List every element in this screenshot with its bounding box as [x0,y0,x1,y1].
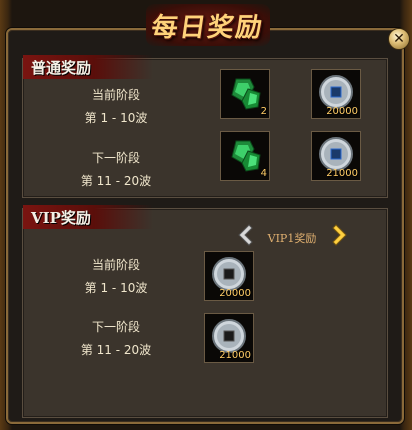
prev-vip-button[interactable] [235,223,253,247]
reward-count: 20000 [219,288,251,299]
current-stage-label: 当前阶段 [91,88,140,102]
reward-count: 2 [260,106,267,117]
vip-next-stage-label: 下一阶段 [91,320,140,334]
current-wave-range: 第 1 - 10波 [84,111,148,125]
reward-count: 4 [260,168,267,179]
reward-count: 21000 [219,350,251,361]
section-header: VIP奖励 [23,205,153,229]
next-stage-label: 下一阶段 [91,151,140,165]
reward-slot-jade[interactable]: 2 [220,69,270,119]
reward-slot-coin[interactable]: 20000 [311,69,361,119]
next-vip-button[interactable] [332,223,350,247]
vip-reward-slot-coin[interactable]: 21000 [204,313,254,363]
vip-current-wave-range: 第 1 - 10波 [84,281,148,295]
vip-next-wave-range: 第 11 - 20波 [80,343,152,357]
chevron-right-icon [332,224,347,246]
title-banner: 每日奖励 [146,4,270,46]
normal-reward-title: 普通奖励 [31,58,92,77]
close-button[interactable]: ✕ [388,28,410,50]
reward-slot-coin[interactable]: 21000 [311,131,361,181]
vip-current-stage-label: 当前阶段 [91,258,140,272]
reward-count: 20000 [326,106,358,117]
reward-count: 21000 [326,168,358,179]
close-icon: ✕ [393,31,405,47]
vip-reward-title: VIP奖励 [31,208,91,227]
reward-slot-jade[interactable]: 4 [220,131,270,181]
window-title: 每日奖励 [149,12,266,43]
vip-reward-slot-coin[interactable]: 20000 [204,251,254,301]
next-wave-range: 第 11 - 20波 [80,174,152,188]
section-header: 普通奖励 [23,55,153,79]
chevron-left-icon [238,224,253,246]
vip-level-label: VIP1奖励 [267,232,317,245]
